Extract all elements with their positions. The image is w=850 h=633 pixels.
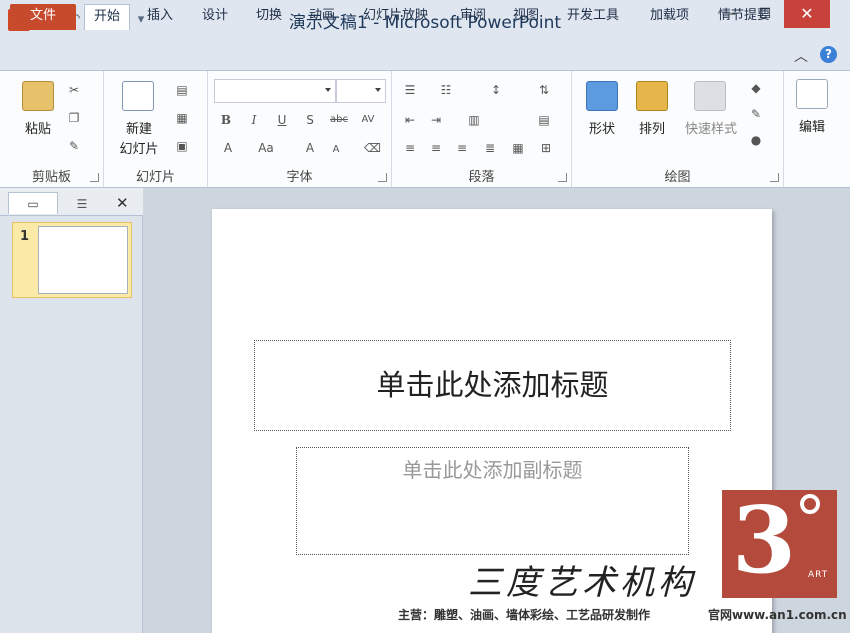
change-case-button[interactable]: Aa [256, 141, 276, 155]
arrange-button[interactable]: 排列 [628, 121, 676, 139]
columns-2-icon[interactable]: ▦ [510, 141, 526, 155]
tab-addins[interactable]: 加载项 [641, 4, 698, 30]
slide-number: 1 [20, 229, 30, 244]
watermark-name: 三度艺术机构 [468, 563, 696, 603]
expand-icon[interactable] [378, 173, 387, 182]
paste-icon[interactable] [22, 81, 54, 111]
shrink-font-button[interactable]: A [328, 143, 344, 157]
new-slide-label-1[interactable]: 新建 [108, 121, 170, 139]
layout-icon[interactable]: ▤ [174, 83, 190, 97]
slides-tab-icon[interactable]: ▭ [8, 192, 58, 214]
copy-icon[interactable]: ❐ [66, 111, 82, 125]
group-label: 字体 [286, 170, 313, 185]
expand-icon[interactable] [558, 173, 567, 182]
quick-styles-button[interactable]: 快速样式 [676, 121, 746, 139]
editing-button[interactable]: 编辑 [788, 119, 836, 137]
subtitle-placeholder[interactable]: 单击此处添加副标题 [296, 447, 689, 555]
align-right-icon[interactable]: ≡ [454, 141, 470, 155]
text-direction-icon[interactable]: ⇅ [536, 83, 552, 97]
group-clipboard: 粘贴 ✂ ❐ ✎ 剪贴板 [0, 71, 104, 187]
shape-outline-icon[interactable]: ✎ [748, 107, 764, 121]
reset-icon[interactable]: ▦ [174, 111, 190, 125]
ribbon-tabs [0, 40, 850, 70]
increase-indent-icon[interactable]: ⇥ [428, 113, 444, 127]
ribbon: 粘贴 ✂ ❐ ✎ 剪贴板 新建 幻灯片 ▤ ▦ ▣ 幻灯片 B I U S ab… [0, 70, 850, 188]
align-left-icon[interactable]: ≡ [402, 141, 418, 155]
arrange-icon[interactable] [636, 81, 668, 111]
tab-view[interactable]: 视图 [504, 4, 548, 30]
quick-styles-icon[interactable] [694, 81, 726, 111]
group-label: 幻灯片 [135, 170, 175, 185]
new-slide-label-2[interactable]: 幻灯片 [108, 141, 170, 159]
tab-developer[interactable]: 开发工具 [558, 4, 628, 30]
tab-transitions[interactable]: 切换 [247, 4, 291, 30]
tab-review[interactable]: 审阅 [451, 4, 495, 30]
decrease-indent-icon[interactable]: ⇤ [402, 113, 418, 127]
shadow-button[interactable]: S [302, 113, 318, 127]
smartart-icon[interactable]: ⊞ [538, 141, 554, 155]
line-spacing-icon[interactable]: ↕ [488, 83, 504, 97]
group-slides: 新建 幻灯片 ▤ ▦ ▣ 幻灯片 [104, 71, 208, 187]
font-color-button[interactable]: A [220, 141, 236, 155]
group-font: B I U S abc AV A Aa A A ⌫ 字体 [208, 71, 392, 187]
tab-storyboard[interactable]: 情节提要 [709, 4, 779, 30]
char-spacing-button[interactable]: AV [358, 113, 378, 127]
find-binoculars-icon[interactable] [796, 79, 828, 109]
justify-icon[interactable]: ≣ [482, 141, 498, 155]
group-paragraph: ☰ ☷ ↕ ⇅ ⇤ ⇥ ▥ ▤ ≡ ≡ ≡ ≣ ▦ ⊞ 段落 [392, 71, 572, 187]
italic-button[interactable]: I [246, 113, 262, 127]
shapes-icon[interactable] [586, 81, 618, 111]
watermark-logo-digit: 3 [732, 486, 797, 594]
align-text-icon[interactable]: ▤ [536, 113, 552, 127]
group-drawing: 形状 排列 快速样式 ◆ ✎ ● 绘图 [572, 71, 784, 187]
expand-icon[interactable] [770, 173, 779, 182]
help-icon[interactable]: ? [820, 46, 837, 63]
font-size-select[interactable] [336, 79, 386, 103]
new-slide-icon[interactable] [122, 81, 154, 111]
strikethrough-button[interactable]: abc [328, 113, 350, 127]
collapse-ribbon-icon[interactable]: ︿ [794, 46, 808, 66]
group-label: 段落 [468, 170, 495, 185]
underline-button[interactable]: U [274, 113, 290, 127]
outline-tab-icon[interactable]: ☰ [62, 194, 102, 214]
tab-file[interactable]: 文件 [10, 4, 76, 30]
group-label: 绘图 [664, 170, 691, 185]
tab-home[interactable]: 开始 [84, 4, 131, 30]
shape-fill-icon[interactable]: ◆ [748, 81, 764, 95]
align-center-icon[interactable]: ≡ [428, 141, 444, 155]
tab-slideshow[interactable]: 幻灯片放映 [354, 4, 437, 30]
bold-button[interactable]: B [218, 113, 234, 127]
clear-format-icon[interactable]: ⌫ [364, 141, 381, 155]
paste-button[interactable]: 粘贴 [14, 121, 62, 139]
columns-icon[interactable]: ▥ [466, 113, 482, 127]
watermark-degree-icon [800, 494, 820, 514]
bullets-icon[interactable]: ☰ [402, 83, 418, 97]
group-label: 剪贴板 [31, 170, 71, 185]
title-placeholder[interactable]: 单击此处添加标题 [254, 340, 731, 431]
expand-icon[interactable] [90, 173, 99, 182]
watermark-site: 官网www.an1.com.cn [708, 608, 847, 622]
cut-icon[interactable]: ✂ [66, 83, 82, 97]
group-editing: 编辑 [784, 71, 850, 187]
section-icon[interactable]: ▣ [174, 139, 190, 153]
tab-design[interactable]: 设计 [193, 4, 237, 30]
watermark-logo-art: ART [808, 570, 829, 580]
slide-thumbnail[interactable] [38, 226, 128, 294]
shape-effects-icon[interactable]: ● [748, 133, 764, 147]
close-window-button[interactable]: ✕ [784, 0, 830, 28]
close-panel-icon[interactable]: ✕ [116, 194, 129, 212]
numbering-icon[interactable]: ☷ [438, 83, 454, 97]
tab-insert[interactable]: 插入 [138, 4, 182, 30]
tab-animations[interactable]: 动画 [300, 4, 344, 30]
watermark-tagline: 主营：雕塑、油画、墙体彩绘、工艺品研发制作 [398, 608, 651, 622]
format-painter-icon[interactable]: ✎ [66, 139, 82, 153]
shapes-button[interactable]: 形状 [578, 121, 626, 139]
font-family-select[interactable] [214, 79, 336, 103]
grow-font-button[interactable]: A [302, 141, 318, 155]
